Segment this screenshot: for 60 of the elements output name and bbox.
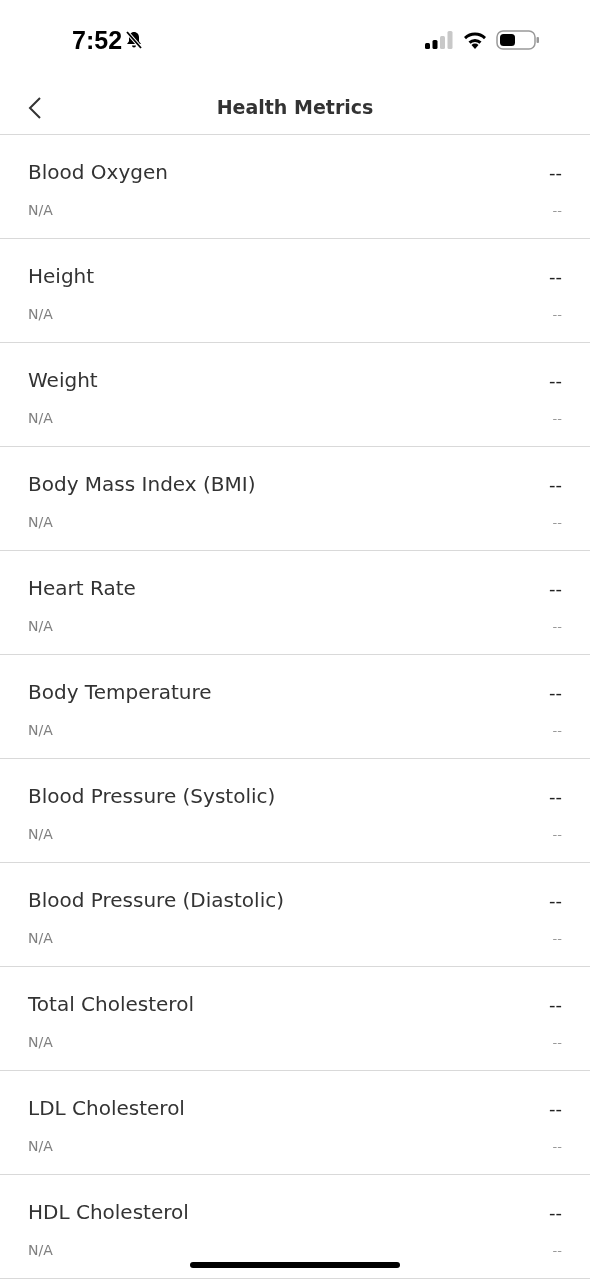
metric-value: -- — [549, 1097, 562, 1119]
metric-row[interactable]: Body Temperature -- N/A -- — [0, 655, 590, 759]
metric-name: Blood Pressure (Systolic) — [28, 784, 276, 808]
metric-value: -- — [549, 681, 562, 703]
metric-detail: N/A — [28, 826, 53, 842]
metric-detail: N/A — [28, 410, 53, 426]
metric-detail: N/A — [28, 930, 53, 946]
metric-detail: N/A — [28, 202, 53, 218]
metric-detail: N/A — [28, 1138, 53, 1154]
metric-value: -- — [549, 265, 562, 287]
status-time: 7:52 — [72, 25, 123, 55]
metric-name: Heart Rate — [28, 576, 136, 600]
metric-detail-value: -- — [552, 514, 562, 530]
metric-detail: N/A — [28, 722, 53, 738]
metric-value: -- — [549, 993, 562, 1015]
metric-row[interactable]: Blood Pressure (Systolic) -- N/A -- — [0, 759, 590, 863]
page-title: Health Metrics — [216, 96, 374, 118]
metric-detail: N/A — [28, 1242, 53, 1258]
metric-detail-value: -- — [552, 722, 562, 738]
metric-detail-value: -- — [552, 410, 562, 426]
metric-name: Body Temperature — [28, 680, 212, 704]
metric-detail: N/A — [28, 514, 53, 530]
metric-name: Weight — [28, 368, 98, 392]
metric-detail-value: -- — [552, 826, 562, 842]
metric-name: Blood Oxygen — [28, 160, 168, 184]
metric-detail-value: -- — [552, 930, 562, 946]
battery-icon — [496, 29, 540, 51]
signal-icon — [424, 30, 454, 50]
muted-bell-icon — [124, 30, 145, 50]
metric-row[interactable]: Total Cholesterol -- N/A -- — [0, 967, 590, 1071]
metric-detail-value: -- — [552, 1242, 562, 1258]
metric-detail-value: -- — [552, 202, 562, 218]
metric-name: HDL Cholesterol — [28, 1200, 189, 1224]
metric-name: Total Cholesterol — [28, 992, 194, 1016]
metric-name: LDL Cholesterol — [28, 1096, 185, 1120]
metric-row[interactable]: Weight -- N/A -- — [0, 343, 590, 447]
metric-detail-value: -- — [552, 306, 562, 322]
metric-value: -- — [549, 785, 562, 807]
metric-value: -- — [549, 161, 562, 183]
metric-value: -- — [549, 473, 562, 495]
metric-detail-value: -- — [552, 618, 562, 634]
metric-value: -- — [549, 369, 562, 391]
metric-name: Height — [28, 264, 95, 288]
metric-row[interactable]: Heart Rate -- N/A -- — [0, 551, 590, 655]
metric-row[interactable]: Blood Oxygen -- N/A -- — [0, 135, 590, 239]
metric-row[interactable]: Blood Pressure (Diastolic) -- N/A -- — [0, 863, 590, 967]
metric-detail-value: -- — [552, 1138, 562, 1154]
wifi-icon — [462, 30, 488, 50]
metric-name: Blood Pressure (Diastolic) — [28, 888, 284, 912]
metric-row[interactable]: Height -- N/A -- — [0, 239, 590, 343]
metric-name: Body Mass Index (BMI) — [28, 472, 256, 496]
metric-row[interactable]: LDL Cholesterol -- N/A -- — [0, 1071, 590, 1175]
metric-detail-value: -- — [552, 1034, 562, 1050]
metric-detail: N/A — [28, 306, 53, 322]
metric-value: -- — [549, 577, 562, 599]
metric-detail: N/A — [28, 1034, 53, 1050]
metric-detail: N/A — [28, 618, 53, 634]
metric-row[interactable]: Body Mass Index (BMI) -- N/A -- — [0, 447, 590, 551]
metric-value: -- — [549, 889, 562, 911]
metric-value: -- — [549, 1201, 562, 1223]
